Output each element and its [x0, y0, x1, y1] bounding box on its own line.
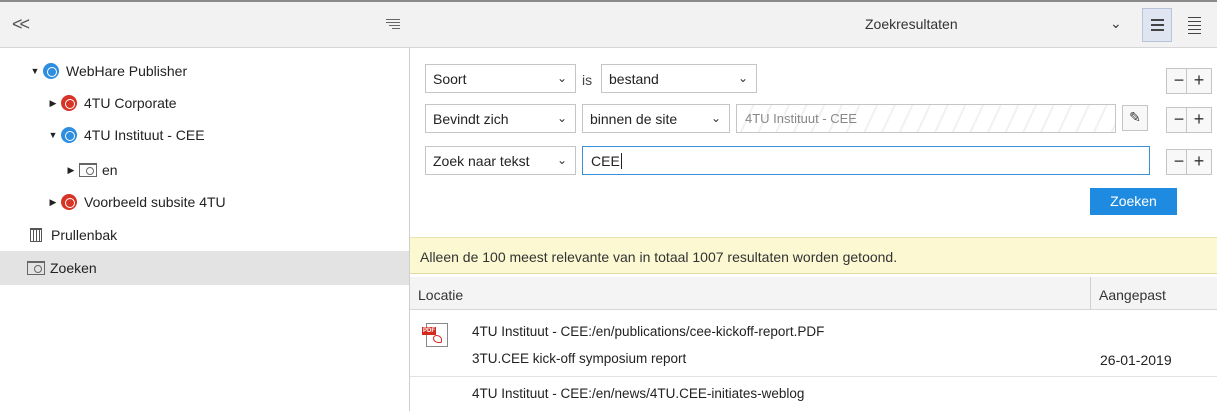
expand-toggle-icon[interactable]: ▶: [66, 165, 76, 176]
tree-toolbar: <<: [0, 0, 410, 48]
result-limit-notice: Alleen de 100 meest relevante van in tot…: [410, 237, 1217, 274]
trash-icon: [30, 228, 42, 242]
red-globe-icon: [61, 194, 77, 210]
criteria-operator-select[interactable]: binnen de site ⌄: [582, 104, 730, 133]
blue-globe-icon: [61, 127, 77, 143]
criteria-field-select[interactable]: Zoek naar tekst ⌄: [425, 146, 576, 175]
tree-item-4tu-corporate[interactable]: ▶ 4TU Corporate: [0, 86, 409, 120]
table-header: Locatie Aangepast: [410, 277, 1217, 310]
search-button[interactable]: Zoeken: [1090, 188, 1177, 215]
add-criterion-button[interactable]: +: [1186, 68, 1212, 94]
select-value: Bevindt zich: [433, 111, 509, 127]
tree-item-label: WebHare Publisher: [66, 63, 188, 79]
search-folder-icon: [27, 261, 45, 275]
detail-view-button[interactable]: [1180, 8, 1210, 42]
pdf-file-icon: PDF: [422, 323, 448, 347]
column-header-location[interactable]: Locatie: [418, 287, 463, 303]
chevron-down-icon: ⌄: [737, 71, 748, 85]
hamburger-menu-icon[interactable]: [386, 19, 400, 31]
collapse-panel-icon[interactable]: <<: [12, 15, 30, 33]
tree-item-label: 4TU Instituut - CEE: [84, 127, 205, 143]
result-path: 4TU Instituut - CEE:/en/news/4TU.CEE-ini…: [472, 386, 805, 401]
column-header-modified[interactable]: Aangepast: [1099, 287, 1166, 303]
tree-item-label: Voorbeeld subsite 4TU: [84, 194, 226, 210]
expand-toggle-icon[interactable]: ▼: [30, 66, 40, 76]
criteria-field-select[interactable]: Soort ⌄: [425, 64, 576, 93]
select-value: bestand: [609, 71, 659, 87]
chevron-down-icon: ⌄: [710, 111, 721, 125]
list-view-button[interactable]: [1142, 8, 1172, 42]
column-divider[interactable]: [1090, 277, 1091, 310]
pencil-icon[interactable]: ✎: [1122, 105, 1148, 131]
tree-item-label: 4TU Corporate: [84, 95, 177, 111]
chevron-down-icon[interactable]: ⌄: [1110, 15, 1122, 32]
results-toolbar: Zoekresultaten ⌄: [410, 0, 1217, 48]
select-value: binnen de site: [590, 111, 678, 127]
results-panel: Zoekresultaten ⌄ Soort ⌄ is bestand ⌄ − …: [410, 0, 1217, 411]
result-date: 26-01-2019: [1100, 352, 1172, 368]
field-value: CEE: [591, 153, 620, 169]
tree-panel: << ▼ WebHare Publisher ▶ 4TU Corporate ▼…: [0, 0, 410, 411]
page-title: Zoekresultaten: [865, 16, 958, 32]
tree-item-label: Prullenbak: [51, 227, 118, 243]
table-row[interactable]: 4TU Instituut - CEE:/en/news/4TU.CEE-ini…: [410, 378, 1217, 411]
tree-item-en[interactable]: ▶ en: [0, 153, 409, 187]
tree-item-prullenbak[interactable]: Prullenbak: [0, 218, 409, 252]
red-globe-icon: [61, 95, 77, 111]
field-value: 4TU Instituut - CEE: [745, 111, 857, 126]
operator-label: is: [582, 72, 593, 88]
search-folder-icon: [79, 163, 97, 177]
blue-globe-icon: [43, 63, 59, 79]
add-criterion-button[interactable]: +: [1186, 149, 1212, 175]
select-value: Soort: [433, 71, 467, 87]
add-criterion-button[interactable]: +: [1186, 107, 1212, 133]
site-location-field: 4TU Instituut - CEE: [736, 104, 1116, 133]
tree-item-4tu-instituut-cee[interactable]: ▼ 4TU Instituut - CEE: [0, 118, 409, 152]
criteria-value-select[interactable]: bestand ⌄: [601, 64, 757, 93]
chevron-down-icon: ⌄: [556, 153, 567, 167]
tree-item-webhare-publisher[interactable]: ▼ WebHare Publisher: [0, 54, 409, 88]
chevron-down-icon: ⌄: [556, 111, 567, 125]
expand-toggle-icon[interactable]: ▼: [48, 130, 58, 140]
expand-toggle-icon[interactable]: ▶: [48, 98, 58, 109]
tree-item-zoeken[interactable]: Zoeken: [0, 251, 409, 285]
table-row[interactable]: PDF 4TU Instituut - CEE:/en/publications…: [410, 313, 1217, 377]
tree-item-label: en: [102, 162, 118, 178]
select-value: Zoek naar tekst: [433, 153, 530, 169]
criteria-field-select[interactable]: Bevindt zich ⌄: [425, 104, 576, 133]
tree-item-label: Zoeken: [50, 260, 97, 276]
result-title: 3TU.CEE kick-off symposium report: [472, 351, 687, 366]
chevron-down-icon: ⌄: [556, 71, 567, 85]
result-path: 4TU Instituut - CEE:/en/publications/cee…: [472, 324, 825, 339]
expand-toggle-icon[interactable]: ▶: [48, 197, 58, 208]
search-text-input[interactable]: CEE: [582, 146, 1150, 175]
tree-item-voorbeeld-subsite[interactable]: ▶ Voorbeeld subsite 4TU: [0, 185, 409, 219]
